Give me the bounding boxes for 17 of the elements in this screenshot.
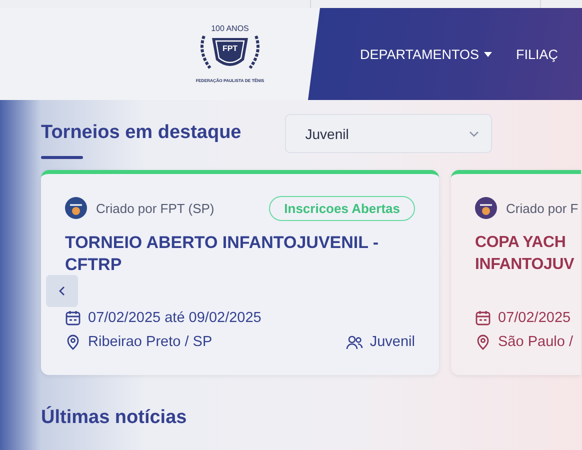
creator-label: Criado por F: [506, 200, 578, 216]
category-label: Juvenil: [370, 334, 415, 350]
location-label: São Paulo /: [498, 334, 573, 350]
category-select[interactable]: Juvenil: [285, 114, 492, 153]
location-label: Ribeirao Preto / SP: [88, 334, 212, 350]
tournament-card[interactable]: Criado por FPT (SP) Inscricoes Abertas TORNEIO ABERTO INFANTOJUVENIL - CFTRP 07/02/2025 até 09/02/2025 Ribeirao Preto / SP Juvenil: [41, 170, 439, 375]
section-title: Torneios em destaque: [41, 122, 242, 144]
creator-label: Criado por FPT (SP): [96, 200, 214, 216]
tournament-card[interactable]: Criado por F COPA YACH INFANTOJUV 07/02/2025 São Paulo /: [451, 170, 581, 375]
tournament-title: COPA YACH INFANTOJUV: [475, 233, 576, 275]
date-range: 07/02/2025: [498, 310, 571, 326]
date-range: 07/02/2025 até 09/02/2025: [88, 310, 262, 326]
tournament-title: TORNEIO ABERTO INFANTOJUVENIL - CFTRP: [65, 232, 380, 276]
section-title: Últimas notícias: [41, 407, 188, 429]
nav-link[interactable]: FILIAÇ: [516, 46, 558, 62]
nav-link[interactable]: DEPARTAMENTOS: [360, 46, 492, 62]
status-badge: Inscricoes Abertas: [269, 196, 415, 220]
